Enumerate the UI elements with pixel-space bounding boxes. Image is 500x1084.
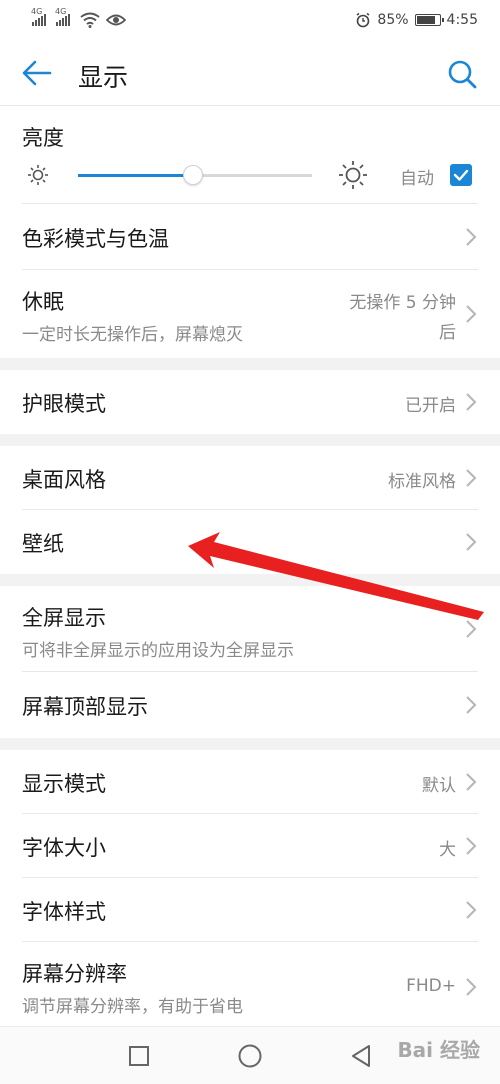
watermark-logo: Bai 经验 <box>397 1038 480 1062</box>
chevron-right-icon <box>466 620 477 638</box>
chevron-right-icon <box>466 901 477 919</box>
clock: 4:55 <box>446 12 478 28</box>
battery-icon <box>414 14 444 26</box>
display-mode-value: 默认 <box>422 776 456 796</box>
font-style-row[interactable]: 字体样式 <box>0 878 500 942</box>
chevron-right-icon <box>466 978 477 996</box>
brightness-slider-thumb[interactable] <box>182 165 203 185</box>
brightness-label: 亮度 <box>22 126 64 150</box>
font-size-row[interactable]: 字体大小 大 <box>0 814 500 878</box>
auto-brightness-checkbox[interactable] <box>450 164 472 186</box>
home-style-row[interactable]: 桌面风格 标准风格 <box>0 446 500 510</box>
sleep-subtitle: 一定时长无操作后，屏幕熄灭 <box>22 325 243 345</box>
back-triangle-icon[interactable] <box>349 1043 373 1069</box>
chevron-right-icon <box>466 305 477 323</box>
section-gap <box>0 574 500 586</box>
chevron-right-icon <box>466 533 477 551</box>
eye-comfort-value: 已开启 <box>405 396 456 416</box>
brightness-low-icon <box>28 165 48 185</box>
back-arrow-icon[interactable] <box>20 56 54 90</box>
notch-display-label: 屏幕顶部显示 <box>22 695 148 719</box>
app-bar: 显示 <box>0 40 500 106</box>
home-style-value: 标准风格 <box>388 472 456 492</box>
resolution-label: 屏幕分辨率 <box>22 962 127 986</box>
resolution-subtitle: 调节屏幕分辨率，有助于省电 <box>22 997 243 1017</box>
brightness-high-icon <box>339 161 367 189</box>
wallpaper-label: 壁纸 <box>22 532 64 556</box>
brightness-section: 亮度 自动 <box>0 106 500 204</box>
signal-icon: 4G <box>31 7 46 26</box>
page-title: 显示 <box>78 63 129 92</box>
display-mode-label: 显示模式 <box>22 772 106 796</box>
eye-comfort-row[interactable]: 护眼模式 已开启 <box>0 370 500 434</box>
battery-percent: 85% <box>377 12 409 28</box>
chevron-right-icon <box>466 393 477 411</box>
home-icon[interactable] <box>237 1043 263 1069</box>
color-mode-label: 色彩模式与色温 <box>22 227 169 251</box>
chevron-right-icon <box>466 837 477 855</box>
auto-brightness-label: 自动 <box>400 169 434 189</box>
home-style-label: 桌面风格 <box>22 468 106 492</box>
resolution-row[interactable]: 屏幕分辨率 调节屏幕分辨率，有助于省电 FHD+ <box>0 942 500 1026</box>
brightness-slider-fill <box>78 174 193 177</box>
resolution-value: FHD+ <box>406 976 456 996</box>
chevron-right-icon <box>466 696 477 714</box>
sleep-value-line2: 后 <box>439 323 456 343</box>
recent-apps-icon[interactable] <box>128 1045 150 1067</box>
font-size-label: 字体大小 <box>22 836 106 860</box>
full-screen-row[interactable]: 全屏显示 可将非全屏显示的应用设为全屏显示 <box>0 586 500 672</box>
color-mode-row[interactable]: 色彩模式与色温 <box>0 204 500 270</box>
eye-comfort-label: 护眼模式 <box>22 392 106 416</box>
signal-icon: 4G <box>55 7 70 26</box>
section-gap <box>0 434 500 446</box>
section-gap <box>0 358 500 370</box>
checkmark-icon <box>453 169 469 181</box>
alarm-icon <box>356 12 370 28</box>
battery-level-fill <box>416 16 435 24</box>
status-bar: 4G 4G 85% 4:55 <box>0 0 500 40</box>
status-right: 85% 4:55 <box>355 10 478 30</box>
chevron-right-icon <box>466 228 477 246</box>
sleep-label: 休眠 <box>22 290 64 314</box>
wifi-icon <box>80 12 100 28</box>
section-gap <box>0 738 500 750</box>
chevron-right-icon <box>466 773 477 791</box>
sleep-value-line1: 无操作 5 分钟 <box>349 293 456 313</box>
wallpaper-row[interactable]: 壁纸 <box>0 510 500 574</box>
display-mode-row[interactable]: 显示模式 默认 <box>0 750 500 814</box>
full-screen-label: 全屏显示 <box>22 606 106 630</box>
status-left: 4G 4G <box>31 7 126 30</box>
eye-comfort-icon <box>106 14 126 26</box>
search-icon[interactable] <box>446 58 478 90</box>
font-style-label: 字体样式 <box>22 900 106 924</box>
brightness-slider[interactable] <box>78 165 312 185</box>
chevron-right-icon <box>466 469 477 487</box>
sleep-row[interactable]: 休眠 一定时长无操作后，屏幕熄灭 无操作 5 分钟 后 <box>0 270 500 358</box>
notch-display-row[interactable]: 屏幕顶部显示 <box>0 672 500 738</box>
font-size-value: 大 <box>439 840 456 860</box>
full-screen-subtitle: 可将非全屏显示的应用设为全屏显示 <box>22 641 294 661</box>
